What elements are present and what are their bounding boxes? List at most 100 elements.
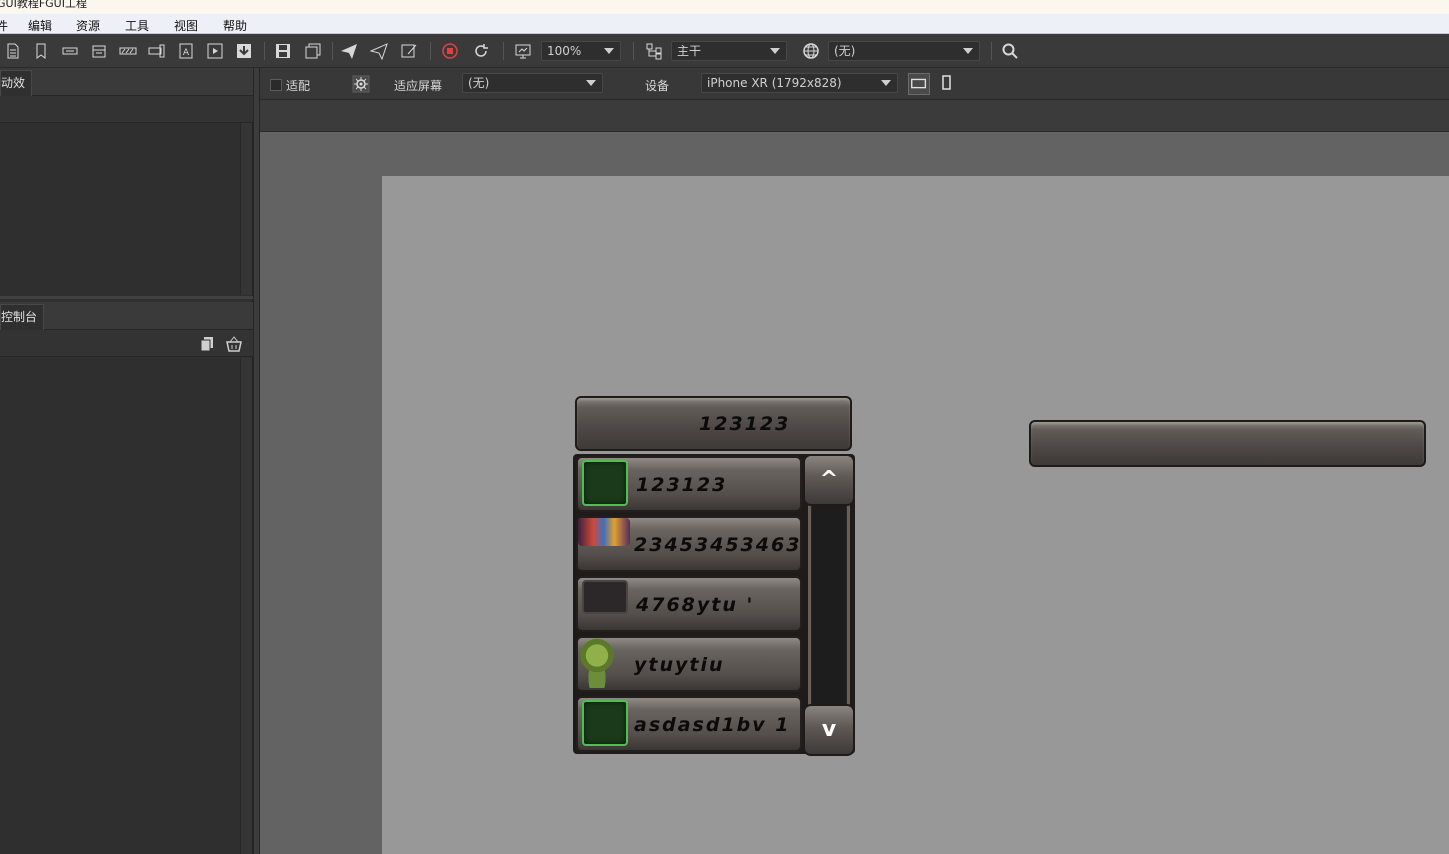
toolbar-separator bbox=[430, 42, 431, 60]
save-icon[interactable] bbox=[274, 42, 292, 60]
branch-icon bbox=[645, 42, 663, 60]
fit-screen-label: 适应屏幕 bbox=[394, 79, 443, 93]
device-select[interactable]: iPhone XR (1792x828) bbox=[701, 73, 898, 93]
tab-transitions[interactable]: 动效 bbox=[0, 70, 33, 97]
list-item[interactable]: 23453453463 bbox=[576, 516, 802, 572]
list-item-text: asdasd1bv 1 bbox=[634, 714, 791, 736]
menu-bar: 件 编辑 资源 工具 视图 帮助 bbox=[0, 14, 1449, 34]
new-progressbar-icon[interactable] bbox=[119, 42, 137, 60]
toolbar-separator bbox=[332, 42, 333, 60]
new-document-icon[interactable] bbox=[4, 42, 22, 60]
landscape-icon[interactable] bbox=[908, 73, 930, 95]
gear-icon[interactable] bbox=[352, 75, 370, 93]
svg-text:A: A bbox=[183, 48, 190, 58]
chevron-down-icon bbox=[586, 80, 596, 86]
transitions-tab-header: 动效 bbox=[0, 68, 253, 97]
vertical-splitter[interactable] bbox=[253, 68, 260, 854]
bookmark-icon[interactable] bbox=[32, 42, 50, 60]
branch-value: 主干 bbox=[677, 44, 702, 58]
item-icon bbox=[582, 460, 628, 506]
list-item[interactable]: ytuytiu bbox=[576, 636, 802, 692]
list-item-text: 23453453463 bbox=[634, 534, 802, 556]
new-button-icon[interactable] bbox=[61, 42, 79, 60]
fit-screen-value: (无) bbox=[468, 76, 490, 90]
globe-icon bbox=[802, 42, 820, 60]
tab-console[interactable]: 控制台 bbox=[0, 304, 45, 331]
transitions-toolbar bbox=[0, 96, 253, 123]
device-value: iPhone XR (1792x828) bbox=[707, 76, 842, 90]
toolbar-separator bbox=[503, 42, 504, 60]
item-icon bbox=[582, 700, 628, 746]
chevron-down-icon bbox=[881, 80, 891, 86]
device-label: 设备 bbox=[645, 79, 670, 93]
branch-select[interactable]: 主干 bbox=[671, 41, 787, 61]
item-icon bbox=[582, 580, 628, 614]
stage-options-bar: 适配 适应屏幕 (无) 设备 iPhone XR (1792x828) bbox=[260, 68, 1449, 100]
main-toolbar: A 100% 主干 (无) bbox=[0, 34, 1449, 68]
left-panel: 动效 控制台 bbox=[0, 68, 253, 854]
menu-assets[interactable]: 资源 bbox=[76, 17, 100, 34]
list-item-text: 123123 bbox=[636, 474, 728, 496]
menu-view[interactable]: 视图 bbox=[174, 17, 198, 34]
new-combobox-icon[interactable] bbox=[90, 42, 108, 60]
scroll-down-button[interactable]: v bbox=[803, 704, 855, 756]
window-titlebar: GUI教程FGUI工程 bbox=[0, 0, 1449, 14]
list-item[interactable]: 123123 bbox=[576, 456, 802, 512]
menu-tools[interactable]: 工具 bbox=[125, 17, 149, 34]
toolbar-separator bbox=[633, 42, 634, 60]
fit-checkbox[interactable] bbox=[270, 79, 282, 91]
fit-label: 适配 bbox=[286, 79, 311, 93]
list-scrollbar-track bbox=[812, 500, 846, 710]
record-icon[interactable] bbox=[441, 42, 459, 60]
toolbar-separator bbox=[991, 42, 992, 60]
game-art-icon bbox=[578, 518, 630, 546]
console-toolbar bbox=[0, 330, 253, 357]
publish-icon[interactable] bbox=[340, 42, 358, 60]
publish-settings-icon[interactable] bbox=[370, 42, 388, 60]
chevron-down-icon bbox=[604, 48, 614, 54]
stage-ruler-bar bbox=[260, 100, 1449, 132]
transitions-scrollbar[interactable] bbox=[240, 123, 252, 295]
console-tab-header: 控制台 bbox=[0, 302, 253, 331]
menu-file[interactable]: 件 bbox=[0, 17, 8, 34]
refresh-icon[interactable] bbox=[472, 42, 490, 60]
copy-icon[interactable] bbox=[198, 335, 214, 352]
chevron-up-icon: ^ bbox=[819, 467, 839, 492]
character-icon bbox=[580, 638, 614, 688]
chevron-down-icon bbox=[770, 48, 780, 54]
clear-basket-icon[interactable] bbox=[225, 335, 242, 352]
zoom-value: 100% bbox=[547, 44, 582, 58]
language-select[interactable]: (无) bbox=[828, 41, 980, 61]
menu-edit[interactable]: 编辑 bbox=[28, 17, 52, 34]
list-item-text: 4768ytu ' bbox=[636, 594, 755, 616]
combobox-title-button[interactable]: 123123 bbox=[575, 396, 852, 451]
fit-screen-select[interactable]: (无) bbox=[462, 73, 603, 93]
publish-edit-icon[interactable] bbox=[400, 42, 418, 60]
chevron-down-icon: v bbox=[821, 717, 837, 742]
combobox-title-text: 123123 bbox=[699, 413, 791, 435]
list-item[interactable]: 4768ytu ' bbox=[576, 576, 802, 632]
preview-monitor-icon[interactable] bbox=[514, 42, 532, 60]
menu-help[interactable]: 帮助 bbox=[223, 17, 247, 34]
tab-console-label: 控制台 bbox=[1, 310, 38, 324]
new-movieclip-icon[interactable] bbox=[206, 42, 224, 60]
chevron-down-icon bbox=[963, 48, 973, 54]
panel-splitter[interactable] bbox=[0, 296, 253, 299]
new-label-icon[interactable]: A bbox=[177, 42, 195, 60]
stage-canvas bbox=[382, 176, 1449, 854]
new-slider-icon[interactable] bbox=[148, 42, 166, 60]
list-item[interactable]: asdasd1bv 1 bbox=[576, 696, 802, 752]
scroll-up-button[interactable]: ^ bbox=[803, 454, 855, 506]
import-icon[interactable] bbox=[235, 42, 253, 60]
language-value: (无) bbox=[834, 44, 856, 58]
console-scrollbar[interactable] bbox=[240, 358, 252, 854]
list-item-text: ytuytiu bbox=[634, 654, 725, 676]
portrait-icon[interactable] bbox=[938, 74, 956, 92]
search-icon[interactable] bbox=[1001, 42, 1019, 60]
window-title: GUI教程FGUI工程 bbox=[0, 0, 87, 10]
save-all-icon[interactable] bbox=[304, 42, 322, 60]
zoom-select[interactable]: 100% bbox=[541, 41, 621, 61]
toolbar-separator bbox=[264, 42, 265, 60]
empty-text-bar[interactable] bbox=[1029, 420, 1426, 467]
tab-transitions-label: 动效 bbox=[1, 76, 26, 90]
